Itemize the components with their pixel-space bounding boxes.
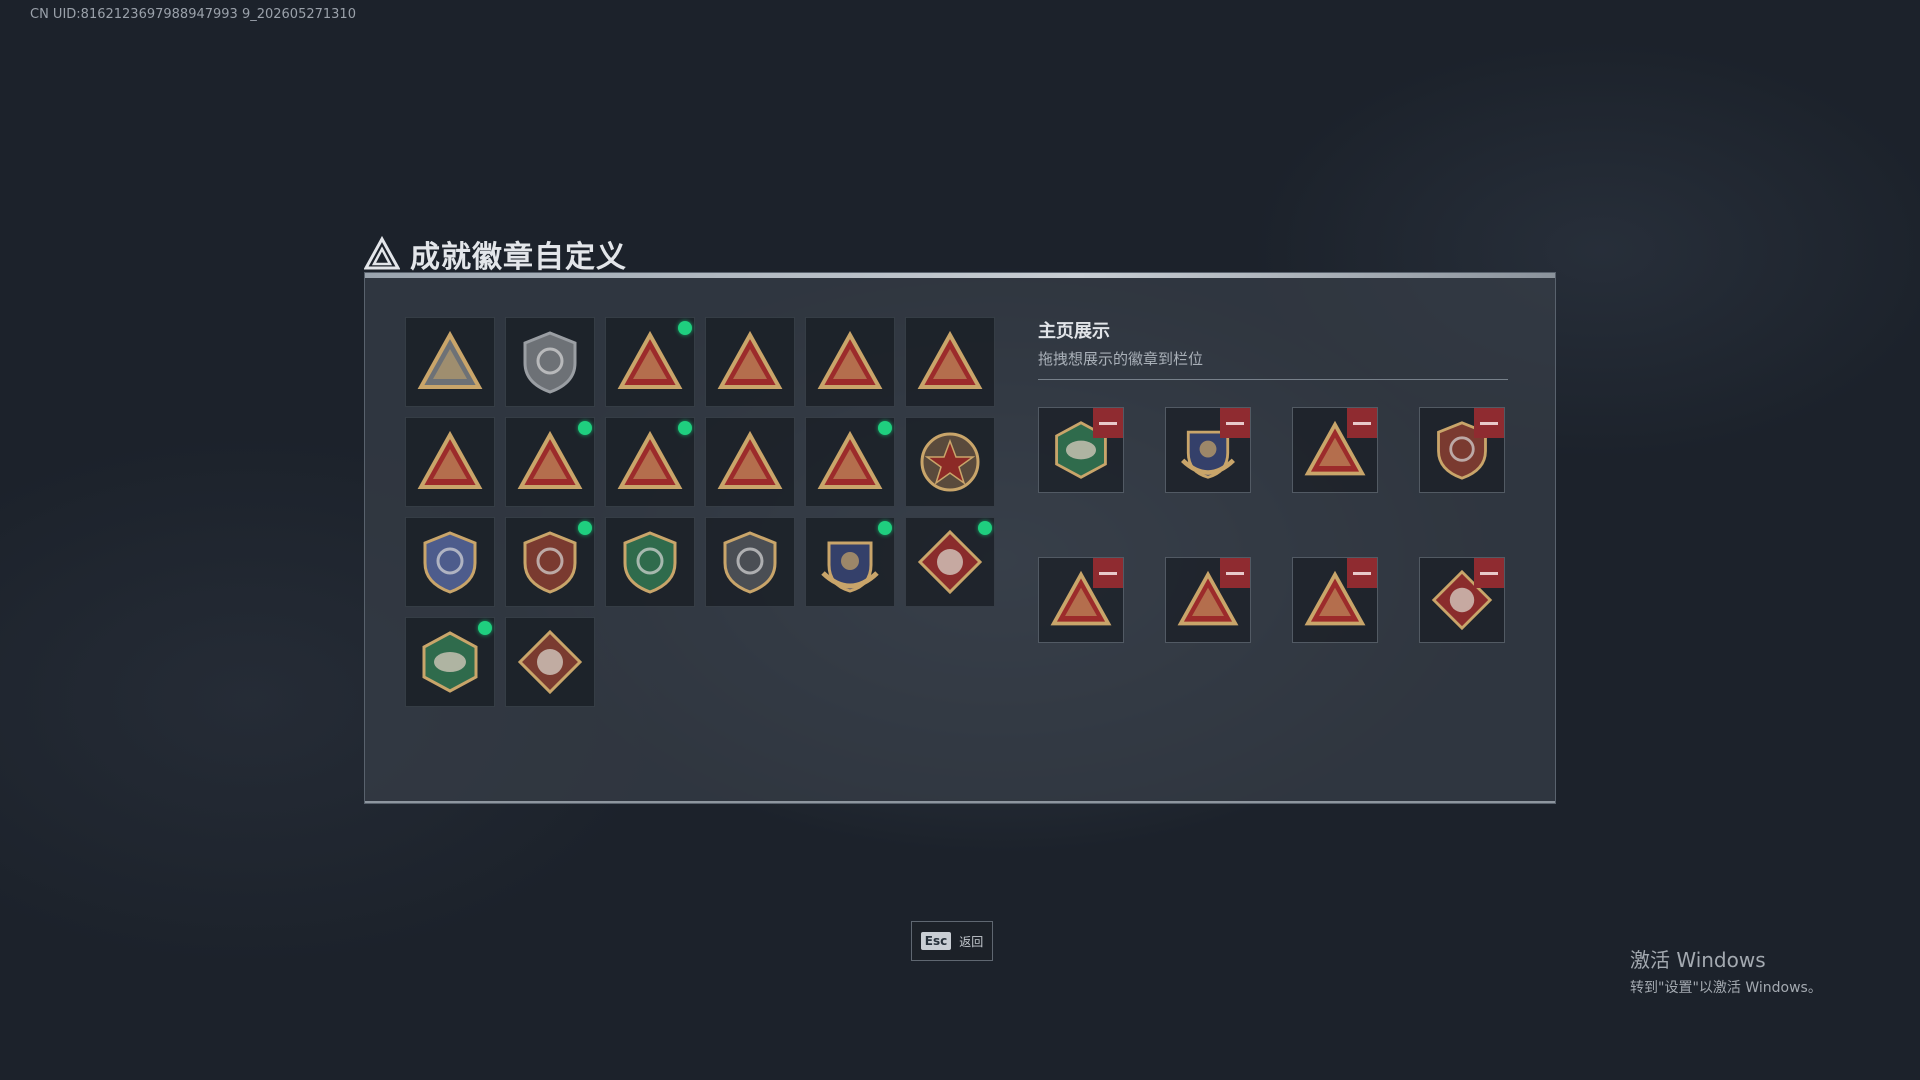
badge-cell[interactable]: [905, 517, 995, 607]
rifle-shield-badge-icon: [723, 531, 777, 594]
badge-cell[interactable]: [805, 417, 895, 507]
watermark-subtitle: 转到"设置"以激活 Windows。: [1630, 980, 1822, 996]
crosshair-green-shield-badge-icon: [623, 531, 677, 594]
minus-icon: [1480, 421, 1498, 425]
badge-cell[interactable]: [505, 417, 595, 507]
new-indicator-dot: [678, 321, 692, 335]
showcase-slot[interactable]: [1292, 557, 1378, 643]
sb-triangle-badge-icon: [617, 330, 683, 389]
esc-key-hint: Esc: [920, 932, 952, 950]
new-indicator-dot: [878, 521, 892, 535]
badge-cell[interactable]: [505, 517, 595, 607]
badge-cell[interactable]: [605, 517, 695, 607]
badge-cell[interactable]: [605, 417, 695, 507]
minus-icon: [1353, 571, 1371, 575]
showcase-slot[interactable]: [1419, 557, 1505, 643]
badge-cell[interactable]: [405, 517, 495, 607]
badge-cell[interactable]: [705, 417, 795, 507]
badge-cell[interactable]: [805, 517, 895, 607]
page-title: 成就徽章自定义: [410, 240, 627, 275]
star-round-badge-icon: [920, 432, 980, 492]
page-header: 成就徽章自定义: [364, 232, 627, 276]
panel-top-border: [365, 273, 1555, 278]
showcase-slot[interactable]: [1165, 407, 1251, 493]
showcase-slot[interactable]: [1165, 557, 1251, 643]
showcase-header: 主页展示 拖拽想展示的徽章到栏位: [1038, 317, 1508, 380]
number-one-triangle-badge-icon: [417, 430, 483, 489]
minus-icon: [1226, 421, 1244, 425]
badge-customize-panel: 主页展示 拖拽想展示的徽章到栏位: [364, 272, 1556, 804]
triangle-logo-icon: [364, 236, 400, 270]
remove-slot-button[interactable]: [1347, 558, 1377, 588]
new-indicator-dot: [578, 421, 592, 435]
new-indicator-dot: [878, 421, 892, 435]
remove-slot-button[interactable]: [1474, 558, 1504, 588]
windows-activation-watermark: 激活 Windows 转到"设置"以激活 Windows。: [1630, 944, 1822, 997]
winged-crest-badge-icon: [821, 541, 879, 593]
trooper-triangle-badge-icon: [717, 430, 783, 489]
new-indicator-dot: [478, 621, 492, 635]
minus-icon: [1099, 571, 1117, 575]
showcase-slot[interactable]: [1419, 407, 1505, 493]
badge-cell[interactable]: [405, 617, 495, 707]
tank-triangle-badge-icon: [717, 330, 783, 389]
blue-shield-badge-icon: [423, 531, 477, 594]
badge-cell[interactable]: [505, 317, 595, 407]
minus-icon: [1353, 421, 1371, 425]
showcase-slot[interactable]: [1292, 407, 1378, 493]
badge-cell[interactable]: [705, 517, 795, 607]
new-indicator-dot: [578, 521, 592, 535]
remove-slot-button[interactable]: [1347, 408, 1377, 438]
remove-slot-button[interactable]: [1220, 408, 1250, 438]
showcase-divider: [1038, 379, 1508, 380]
new-indicator-dot: [978, 521, 992, 535]
minus-icon: [1226, 571, 1244, 575]
panel-bottom-border: [365, 801, 1555, 803]
soldier-triangle-badge-icon: [517, 430, 583, 489]
eagle-hexagon-badge-icon: [422, 631, 478, 693]
showcase-title: 主页展示: [1038, 321, 1110, 342]
new-indicator-dot: [678, 421, 692, 435]
dragon-diamond-badge-icon: [517, 629, 583, 695]
badge-cell[interactable]: [705, 317, 795, 407]
back-label: 返回: [959, 934, 984, 949]
badge-cell[interactable]: [805, 317, 895, 407]
badge-cell[interactable]: [505, 617, 595, 707]
remove-slot-button[interactable]: [1474, 408, 1504, 438]
badge-cell[interactable]: [905, 417, 995, 507]
badge-cell[interactable]: [905, 317, 995, 407]
showcase-subtitle: 拖拽想展示的徽章到栏位: [1038, 350, 1204, 368]
hand-triangle-badge-icon: [817, 330, 883, 389]
helmet-triangle-badge-icon: [617, 430, 683, 489]
watermark-title: 激活 Windows: [1630, 948, 1766, 972]
badge-cell[interactable]: [605, 317, 695, 407]
wolf-diamond-badge-icon: [917, 529, 983, 595]
helicopter-badge-icon: [523, 331, 577, 394]
remove-slot-button[interactable]: [1093, 558, 1123, 588]
remove-slot-button[interactable]: [1093, 408, 1123, 438]
showcase-slot[interactable]: [1038, 557, 1124, 643]
minus-icon: [1099, 421, 1117, 425]
back-button[interactable]: Esc 返回: [911, 921, 993, 961]
boat-triangle-badge-icon: [917, 330, 983, 389]
showcase-slot[interactable]: [1038, 407, 1124, 493]
shield-triangle-badge-icon: [417, 330, 483, 389]
helmet-shield-badge-icon: [523, 531, 577, 594]
badge-cell[interactable]: [405, 317, 495, 407]
minus-icon: [1480, 571, 1498, 575]
remove-slot-button[interactable]: [1220, 558, 1250, 588]
badge-cell[interactable]: [405, 417, 495, 507]
badge-grid: [405, 317, 995, 707]
uid-label: CN UID:8162123697988947993 9_20260527131…: [30, 7, 356, 22]
rocket-triangle-badge-icon: [817, 430, 883, 489]
